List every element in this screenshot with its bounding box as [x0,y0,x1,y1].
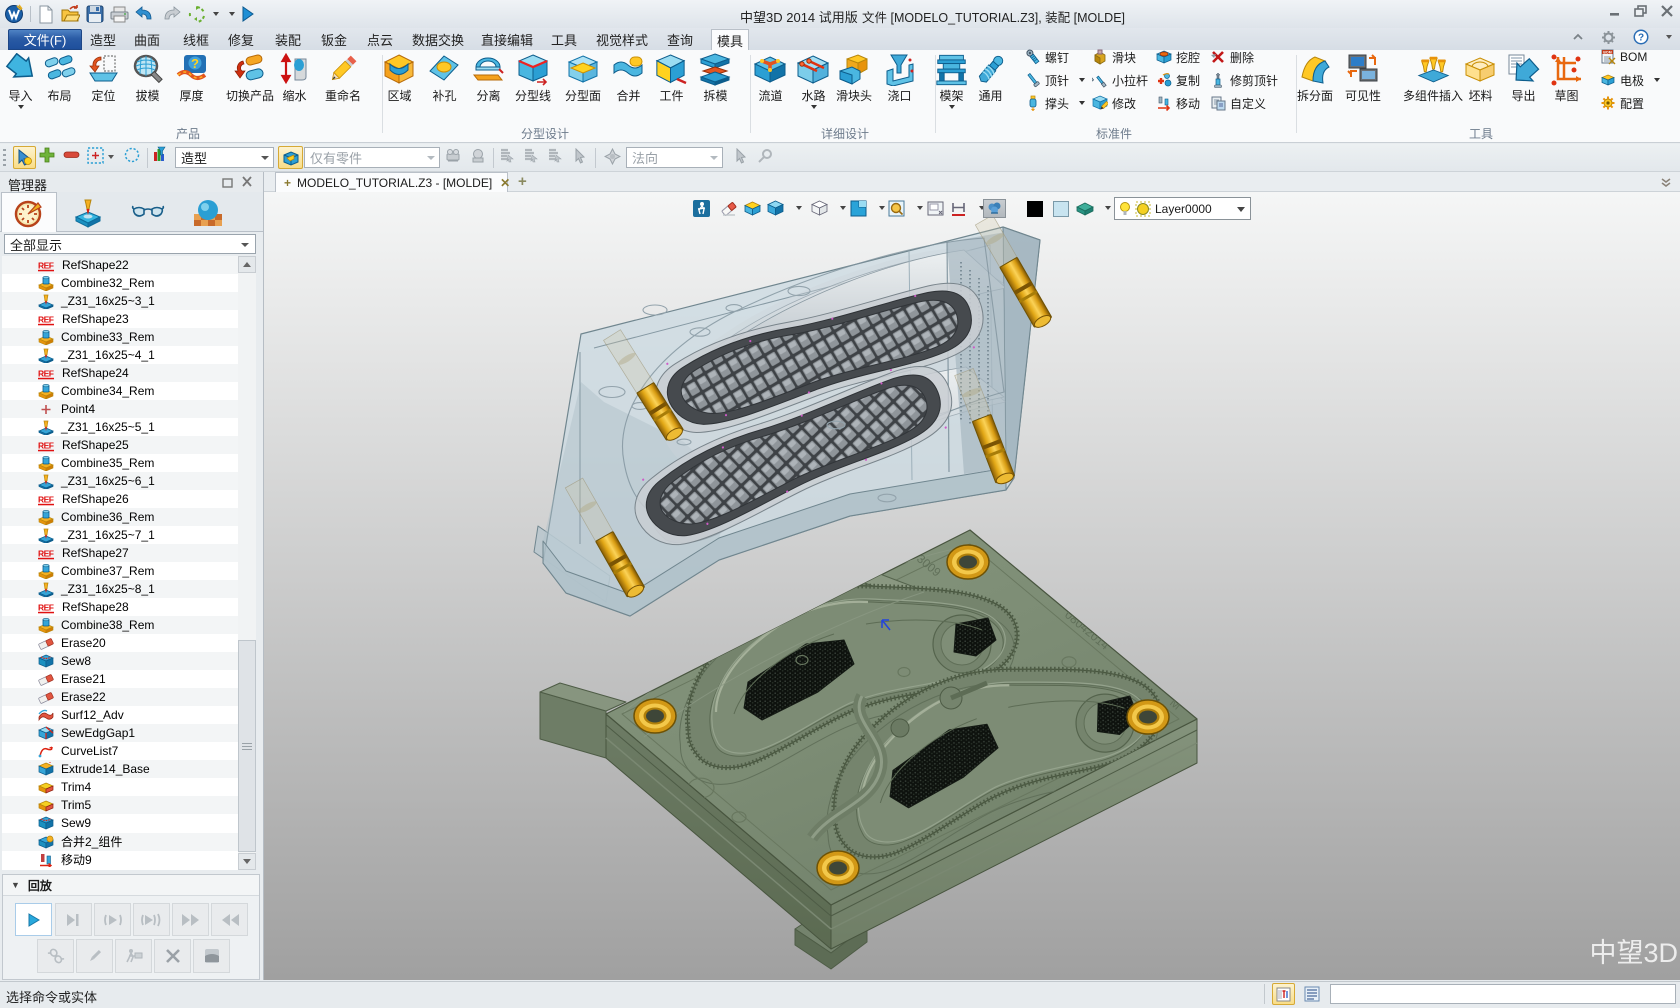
svg-text:REF: REF [38,494,54,504]
svg-text:REF: REF [38,368,54,378]
svg-text:?: ? [1638,33,1644,44]
svg-text:BOM: BOM [1603,51,1611,55]
svg-text:?: ? [191,56,199,71]
svg-text:REF: REF [38,314,54,324]
svg-text:REF: REF [38,260,54,270]
svg-text:REF: REF [38,440,54,450]
svg-text:REF: REF [38,602,54,612]
svg-text:REF: REF [38,548,54,558]
